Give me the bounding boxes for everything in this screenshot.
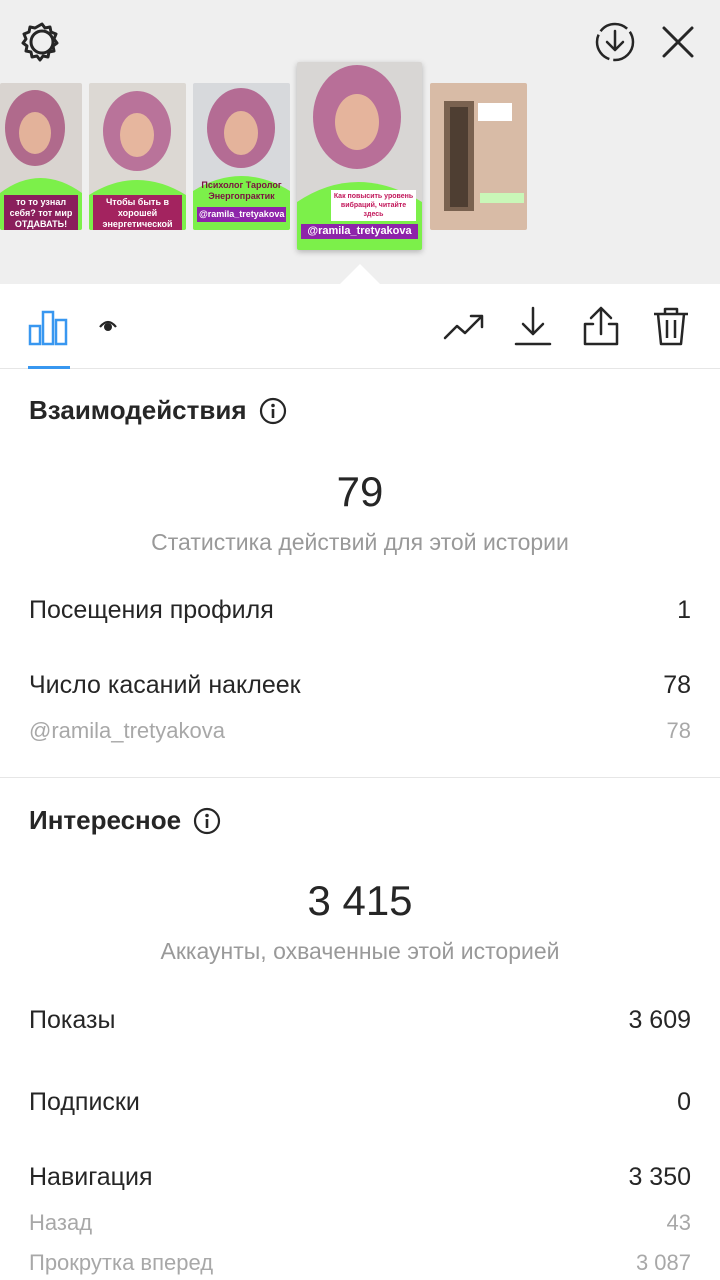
story-caption: то то узнал себя? тот мир ОТДАВАТЬ! [4, 195, 78, 230]
stat-label: @ramila_tretyakova [29, 718, 225, 743]
story-thumbnail[interactable]: Чтобы быть в хорошей энергетической форм… [89, 83, 186, 230]
discovery-header: Интересное [29, 805, 221, 836]
eye-icon [99, 320, 117, 331]
stat-row-follows: Подписки 0 [29, 1088, 691, 1117]
selected-story-pointer [340, 264, 380, 284]
section-title: Интересное [29, 805, 182, 835]
download-button[interactable] [509, 302, 557, 350]
stat-row-profile-visits: Посещения профиля 1 [29, 596, 691, 625]
stat-label: Назад [29, 1210, 93, 1235]
stat-label: Показы [29, 1006, 116, 1034]
save-story-button[interactable] [590, 18, 640, 66]
stat-label: Навигация [29, 1163, 153, 1191]
trending-icon [443, 314, 484, 340]
stat-value: 3 609 [628, 1006, 691, 1034]
tab-insights[interactable] [24, 302, 72, 350]
discovery-caption: Аккаунты, охваченные этой историей [160, 938, 560, 964]
stat-value: 3 087 [635, 1250, 691, 1275]
download-circle-icon [595, 22, 635, 62]
story-thumbnail[interactable]: то то узнал себя? тот мир ОТДАВАТЬ! [0, 83, 82, 230]
stat-row-impressions: Показы 3 609 [29, 1006, 691, 1035]
delete-button[interactable] [647, 302, 695, 350]
stat-subrow-mention: @ramila_tretyakova 78 [29, 718, 691, 744]
story-strip: то то узнал себя? тот мир ОТДАВАТЬ! Чтоб… [0, 0, 720, 284]
insights-toolbar [0, 284, 720, 369]
share-button[interactable] [577, 302, 625, 350]
stat-value: 43 [666, 1210, 691, 1235]
stat-value: 1 [677, 596, 691, 624]
stat-value: 3 350 [628, 1163, 691, 1191]
stat-label: Прокрутка вперед [29, 1250, 214, 1275]
stat-row-navigation: Навигация 3 350 [29, 1163, 691, 1192]
active-tab-indicator [28, 366, 70, 369]
stat-value: 0 [677, 1088, 691, 1116]
story-handle: @ramila_tretyakova [301, 224, 418, 239]
story-photo [430, 83, 527, 230]
interactions-total: 79 [336, 468, 384, 515]
close-icon [662, 26, 694, 58]
bar-chart-icon [28, 310, 68, 346]
stat-subrow-forward: Прокрутка вперед 3 087 [29, 1250, 691, 1276]
story-thumbnail[interactable] [430, 83, 527, 230]
section-title: Взаимодействия [29, 395, 247, 425]
info-icon[interactable] [259, 397, 287, 425]
stat-label: Посещения профиля [29, 596, 274, 624]
promote-button[interactable] [440, 302, 488, 350]
discovery-total: 3 415 [307, 877, 413, 924]
stat-value: 78 [663, 671, 691, 699]
trash-icon [654, 307, 688, 346]
stat-value: 78 [666, 718, 691, 743]
gear-icon [21, 22, 59, 62]
stat-label: Число касаний наклеек [29, 671, 301, 699]
story-handle: @ramila_tretyakova [197, 207, 286, 222]
settings-button[interactable] [16, 18, 68, 66]
interactions-header: Взаимодействия [29, 395, 287, 426]
share-icon [583, 306, 619, 346]
story-thumbnail[interactable]: Психолог Таролог Энергопрактик @ramila_t… [193, 83, 290, 230]
story-caption: Психолог Таролог Энергопрактик [201, 180, 282, 201]
info-icon[interactable] [193, 807, 221, 835]
section-divider [0, 777, 720, 778]
stat-row-sticker-taps: Число касаний наклеек 78 [29, 671, 691, 700]
stat-label: Подписки [29, 1088, 140, 1116]
story-thumbnail-selected[interactable]: Как повысить уровень вибраций, читайте з… [297, 62, 422, 250]
stat-subrow-back: Назад 43 [29, 1210, 691, 1236]
close-button[interactable] [655, 18, 701, 66]
story-caption: Как повысить уровень вибраций, читайте з… [331, 190, 416, 221]
story-caption: Чтобы быть в хорошей энергетической форм… [93, 195, 182, 230]
story-photo [297, 62, 422, 250]
tab-viewers[interactable] [84, 302, 132, 350]
interactions-caption: Статистика действий для этой истории [151, 529, 569, 555]
download-icon [514, 306, 552, 346]
